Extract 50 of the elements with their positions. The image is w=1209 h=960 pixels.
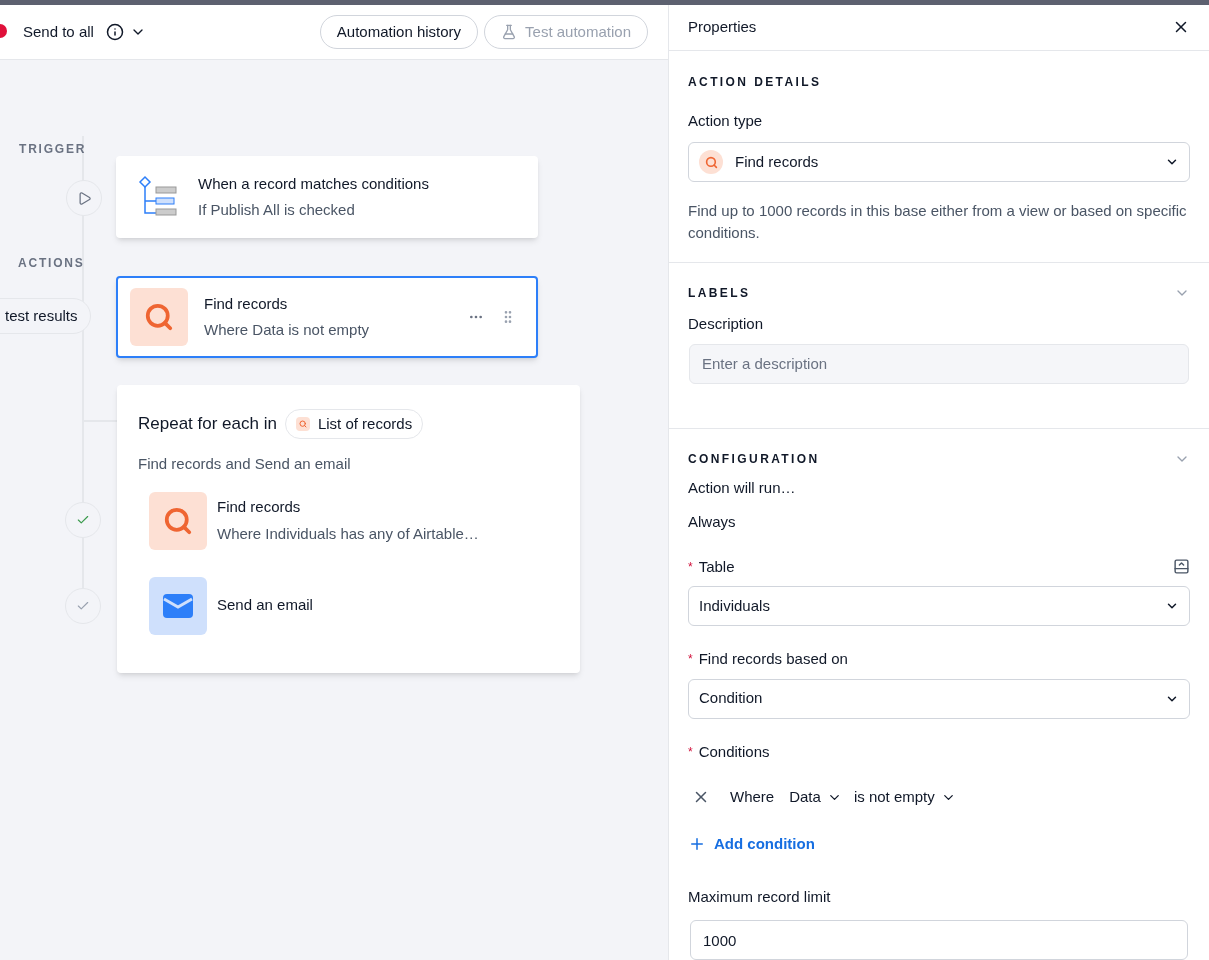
- field-label: Description: [688, 314, 765, 334]
- step-title: Send an email: [217, 595, 313, 616]
- envelope-icon: [149, 576, 207, 635]
- add-condition-link[interactable]: Add condition: [688, 833, 815, 856]
- field-label: Action type: [688, 110, 764, 131]
- trigger-card[interactable]: When a record matches conditions If Publish All is checked: [116, 156, 538, 238]
- search-icon: [699, 150, 723, 174]
- play-icon[interactable]: [66, 180, 102, 216]
- card-title: When a record matches conditions: [198, 173, 430, 194]
- step-subtitle: Where Individuals has any of Airtable…: [217, 523, 479, 544]
- automation-title: Send to all: [23, 21, 94, 42]
- required-mark: *: [688, 558, 693, 575]
- action-type-select[interactable]: Find records: [688, 142, 1190, 182]
- field-label: Conditions: [698, 741, 770, 762]
- description-field[interactable]: Enter a description: [689, 343, 1189, 384]
- table-select[interactable]: Individuals: [688, 586, 1190, 626]
- actions-heading: ACTIONS: [18, 255, 85, 271]
- field-dropdown[interactable]: Data: [789, 785, 842, 809]
- trigger-heading: TRIGGER: [19, 141, 87, 157]
- based-on-select[interactable]: Condition: [688, 678, 1190, 719]
- search-icon: [149, 491, 207, 550]
- required-mark: *: [688, 651, 693, 668]
- field-label: Table: [698, 556, 736, 577]
- field-label: Maximum record limit: [688, 886, 832, 907]
- help-text: Find up to 1000 records in this base either from a view or based on specific conditions.: [688, 201, 1188, 243]
- section-heading: CONFIGURATION: [688, 450, 821, 467]
- info-icon[interactable]: [105, 23, 124, 41]
- required-mark: *: [688, 743, 693, 760]
- search-icon: [295, 417, 310, 431]
- loop-card[interactable]: Repeat for each in List of records Find records and Send an email Find records Where Individuals has any of Airtable… Send an email: [117, 385, 580, 673]
- operator-dropdown[interactable]: is not empty: [853, 785, 956, 809]
- step-title: Find records: [217, 497, 302, 517]
- run-value: Always: [688, 512, 737, 532]
- card-subtitle: Where Data is not empty: [204, 320, 371, 340]
- expand-icon[interactable]: [1173, 558, 1190, 576]
- field-label: Find records based on: [698, 649, 848, 669]
- section-heading: LABELS: [688, 285, 752, 301]
- panel-title: Properties: [688, 17, 758, 37]
- record-limit-field[interactable]: 1000: [690, 920, 1188, 960]
- loop-subtitle: Find records and Send an email: [138, 454, 352, 474]
- action-card[interactable]: Find records Where Data is not empty: [116, 276, 538, 358]
- loop-title: Repeat for each in: [138, 413, 277, 436]
- card-subtitle: If Publish All is checked: [198, 200, 356, 220]
- condition-prefix: Where: [730, 786, 775, 807]
- test-results-button[interactable]: test results: [0, 298, 91, 334]
- search-icon: [130, 288, 188, 346]
- card-title: Find records: [204, 293, 289, 314]
- field-label: Action will run…: [688, 477, 797, 498]
- section-heading: ACTION DETAILS: [688, 73, 823, 90]
- flask-icon: [501, 24, 518, 40]
